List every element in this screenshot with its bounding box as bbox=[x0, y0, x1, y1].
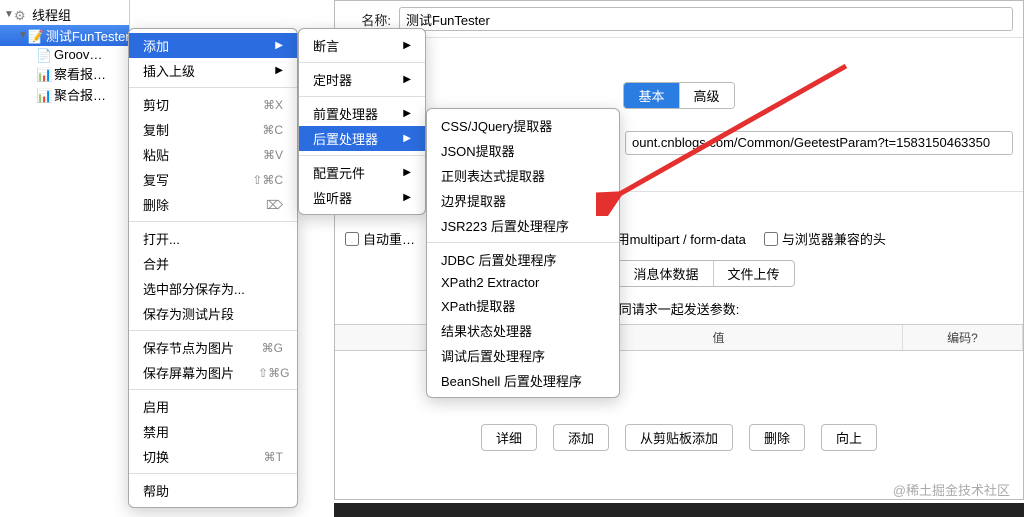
script-icon: 📄 bbox=[36, 48, 52, 62]
submenu-config[interactable]: 配置元件▶ bbox=[299, 160, 425, 185]
add-submenu: 断言▶ 定时器▶ 前置处理器▶ 后置处理器▶ 配置元件▶ 监听器▶ bbox=[298, 28, 426, 215]
report-icon: 📊 bbox=[36, 88, 52, 102]
menu3-item[interactable]: JDBC 后置处理程序 bbox=[427, 247, 619, 272]
name-row: 名称: bbox=[335, 1, 1023, 38]
menu-delete[interactable]: 删除⌦ bbox=[129, 192, 297, 217]
tree-panel: ▼ ⚙ 线程组 ▼ 📝 测试FunTester 📄 Groov… 📊 察看报… … bbox=[0, 0, 130, 500]
menu3-item[interactable]: XPath2 Extractor bbox=[427, 272, 619, 293]
tab-upload[interactable]: 文件上传 bbox=[714, 261, 794, 286]
chk-auto-redirect[interactable]: 自动重… bbox=[345, 229, 415, 248]
tab-body[interactable]: 消息体数据 bbox=[619, 261, 713, 286]
menu3-jsr223[interactable]: JSR223 后置处理程序 bbox=[427, 213, 619, 238]
tab-advanced[interactable]: 高级 bbox=[680, 83, 734, 108]
menu-disable[interactable]: 禁用 bbox=[129, 419, 297, 444]
btn-add[interactable]: 添加 bbox=[553, 424, 609, 451]
submenu-assertions[interactable]: 断言▶ bbox=[299, 33, 425, 58]
btn-detail[interactable]: 详细 bbox=[481, 424, 537, 451]
menu-enable[interactable]: 启用 bbox=[129, 394, 297, 419]
menu-help[interactable]: 帮助 bbox=[129, 478, 297, 503]
chk-browser-compat[interactable]: 与浏览器兼容的头 bbox=[764, 229, 886, 248]
menu3-item[interactable]: 结果状态处理器 bbox=[427, 318, 619, 343]
menu3-item[interactable]: 边界提取器 bbox=[427, 188, 619, 213]
menu-copy[interactable]: 复制⌘C bbox=[129, 117, 297, 142]
submenu-preprocessor[interactable]: 前置处理器▶ bbox=[299, 101, 425, 126]
context-menu: 添加▶ 插入上级▶ 剪切⌘X 复制⌘C 粘贴⌘V 复写⇧⌘C 删除⌦ 打开...… bbox=[128, 28, 298, 508]
gear-icon: ⚙ bbox=[14, 8, 30, 22]
postprocessor-submenu: CSS/JQuery提取器 JSON提取器 正则表达式提取器 边界提取器 JSR… bbox=[426, 108, 620, 398]
tree-item-view[interactable]: 📊 察看报… bbox=[0, 63, 129, 84]
tree-item-label: Groov… bbox=[54, 47, 102, 62]
menu-save-selection[interactable]: 选中部分保存为... bbox=[129, 276, 297, 301]
chevron-right-icon: ▶ bbox=[275, 40, 283, 51]
menu-save-node-image[interactable]: 保存节点为图片⌘G bbox=[129, 335, 297, 360]
menu-save-fragment[interactable]: 保存为测试片段 bbox=[129, 301, 297, 326]
submenu-listener[interactable]: 监听器▶ bbox=[299, 185, 425, 210]
watermark: @稀土掘金技术社区 bbox=[893, 480, 1010, 499]
tree-root[interactable]: ▼ ⚙ 线程组 bbox=[0, 4, 129, 25]
tab-basic[interactable]: 基本 bbox=[624, 83, 679, 108]
menu-cut[interactable]: 剪切⌘X bbox=[129, 92, 297, 117]
tree-item-groovy[interactable]: 📄 Groov… bbox=[0, 46, 129, 63]
menu-save-screen-image[interactable]: 保存屏幕为图片⇧⌘G bbox=[129, 360, 297, 385]
btn-clipboard[interactable]: 从剪贴板添加 bbox=[625, 424, 733, 451]
menu-merge[interactable]: 合并 bbox=[129, 251, 297, 276]
name-label: 名称: bbox=[345, 10, 391, 29]
menu3-item[interactable]: 正则表达式提取器 bbox=[427, 163, 619, 188]
btn-up[interactable]: 向上 bbox=[821, 424, 877, 451]
menu-toggle[interactable]: 切换⌘T bbox=[129, 444, 297, 469]
tree-item-label: 测试FunTester bbox=[46, 26, 129, 45]
btn-delete[interactable]: 删除 bbox=[749, 424, 805, 451]
menu3-item[interactable]: JSON提取器 bbox=[427, 138, 619, 163]
chevron-down-icon[interactable]: ▼ bbox=[18, 30, 28, 41]
submenu-timer[interactable]: 定时器▶ bbox=[299, 67, 425, 92]
menu-add[interactable]: 添加▶ bbox=[129, 33, 297, 58]
bottom-buttons: 详细 添加 从剪贴板添加 删除 向上 bbox=[335, 416, 1023, 459]
col-encode: 编码? bbox=[903, 325, 1023, 350]
tree-root-label: 线程组 bbox=[32, 5, 71, 24]
menu3-item[interactable]: CSS/JQuery提取器 bbox=[427, 113, 619, 138]
menu-insert-parent[interactable]: 插入上级▶ bbox=[129, 58, 297, 83]
name-input[interactable] bbox=[399, 7, 1013, 31]
report-icon: 📊 bbox=[36, 67, 52, 81]
tree-item-label: 察看报… bbox=[54, 64, 106, 83]
submenu-postprocessor[interactable]: 后置处理器▶ bbox=[299, 126, 425, 151]
chevron-right-icon: ▶ bbox=[275, 65, 283, 76]
menu-duplicate[interactable]: 复写⇧⌘C bbox=[129, 167, 297, 192]
menu3-item[interactable]: XPath提取器 bbox=[427, 293, 619, 318]
tree-item-funtester[interactable]: ▼ 📝 测试FunTester bbox=[0, 25, 129, 46]
sampler-icon: 📝 bbox=[28, 29, 44, 43]
menu-open[interactable]: 打开... bbox=[129, 226, 297, 251]
menu3-item[interactable]: 调试后置处理程序 bbox=[427, 343, 619, 368]
tree-item-aggregate[interactable]: 📊 聚合报… bbox=[0, 84, 129, 105]
tree-item-label: 聚合报… bbox=[54, 85, 106, 104]
menu3-item[interactable]: BeanShell 后置处理程序 bbox=[427, 368, 619, 393]
menu-paste[interactable]: 粘贴⌘V bbox=[129, 142, 297, 167]
url-input[interactable]: ount.cnblogs.com/Common/GeetestParam?t=1… bbox=[625, 131, 1013, 155]
footer-bar bbox=[334, 503, 1024, 517]
chevron-down-icon[interactable]: ▼ bbox=[4, 9, 14, 20]
